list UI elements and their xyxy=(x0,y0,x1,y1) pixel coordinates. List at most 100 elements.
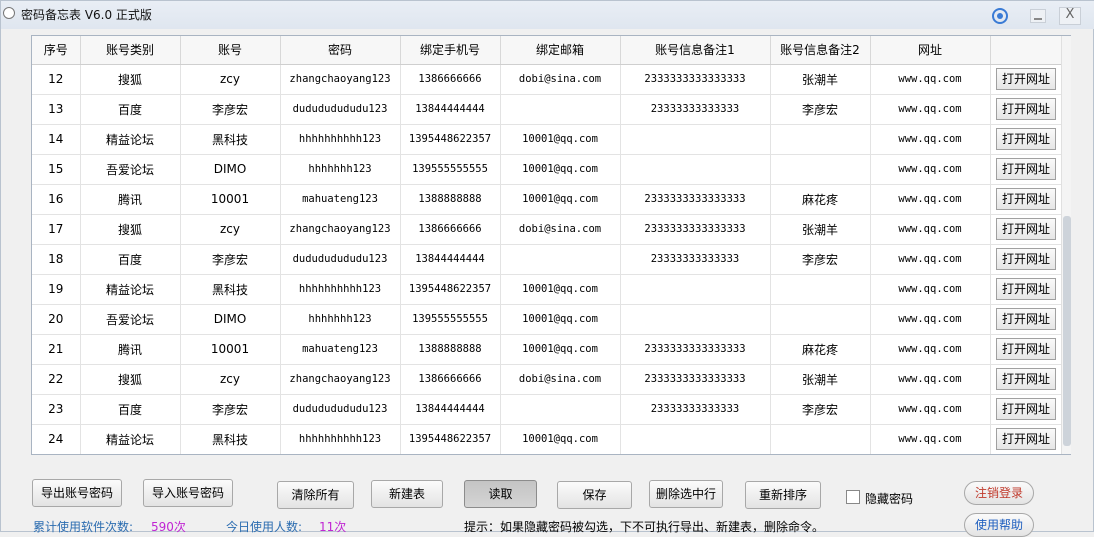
cell-category[interactable]: 搜狐 xyxy=(80,64,181,95)
cell-category[interactable]: 精益论坛 xyxy=(80,274,181,305)
column-header-phone[interactable]: 绑定手机号 xyxy=(400,36,501,65)
cell-phone[interactable]: 13844444444 xyxy=(400,394,501,425)
cell-index[interactable]: 20 xyxy=(32,304,81,335)
cell-url[interactable]: www.qq.com xyxy=(870,124,991,155)
open-url-button[interactable]: 打开网址 xyxy=(996,308,1056,330)
cell-category[interactable]: 百度 xyxy=(80,244,181,275)
cell-password[interactable]: dudududududu123 xyxy=(280,244,401,275)
cell-password[interactable]: zhangchaoyang123 xyxy=(280,364,401,395)
cell-phone[interactable]: 1395448622357 xyxy=(400,274,501,305)
table-row[interactable]: 13 百度 李彦宏 dudududududu123 13844444444 2333333… xyxy=(32,94,1063,125)
table-row[interactable]: 16 腾讯 10001 mahuateng123 1388888888 10001@qq.… xyxy=(32,184,1063,215)
title-bar[interactable]: 密码备忘表 V6.0 正式版 X xyxy=(1,1,1094,29)
cell-password[interactable]: mahuateng123 xyxy=(280,334,401,365)
table-row[interactable]: 15 吾爱论坛 DIMO hhhhhhh123 139555555555 10001@qq… xyxy=(32,154,1063,185)
help-button[interactable]: 使用帮助 xyxy=(964,513,1034,537)
open-url-button[interactable]: 打开网址 xyxy=(996,128,1056,150)
cell-url[interactable]: www.qq.com xyxy=(870,94,991,125)
clear-all-button[interactable]: 清除所有 xyxy=(277,481,354,509)
cell-account[interactable]: zcy xyxy=(180,64,281,95)
cell-account[interactable]: DIMO xyxy=(180,154,281,185)
cell-action[interactable]: 打开网址 xyxy=(990,334,1063,365)
scrollbar-thumb[interactable] xyxy=(1063,216,1071,446)
cell-action[interactable]: 打开网址 xyxy=(990,274,1063,305)
minimize-button[interactable] xyxy=(1030,9,1046,23)
read-button[interactable]: 读取 xyxy=(464,480,537,508)
cell-note2[interactable]: 李彦宏 xyxy=(770,94,871,125)
cell-phone[interactable]: 1395448622357 xyxy=(400,424,501,454)
import-button[interactable]: 导入账号密码 xyxy=(143,479,233,507)
cell-url[interactable]: www.qq.com xyxy=(870,154,991,185)
save-button[interactable]: 保存 xyxy=(557,481,632,509)
cell-action[interactable]: 打开网址 xyxy=(990,214,1063,245)
cell-note2[interactable] xyxy=(770,124,871,155)
cell-note2[interactable]: 李彦宏 xyxy=(770,244,871,275)
cell-note2[interactable]: 张潮羊 xyxy=(770,214,871,245)
cell-url[interactable]: www.qq.com xyxy=(870,304,991,335)
cell-email[interactable]: dobi@sina.com xyxy=(500,364,621,395)
cell-category[interactable]: 百度 xyxy=(80,394,181,425)
cell-url[interactable]: www.qq.com xyxy=(870,244,991,275)
column-header-category[interactable]: 账号类别 xyxy=(80,36,181,65)
cell-note1[interactable] xyxy=(620,304,771,335)
cell-password[interactable]: hhhhhhhhhh123 xyxy=(280,124,401,155)
column-header-note2[interactable]: 账号信息备注2 xyxy=(770,36,871,65)
cell-note1[interactable]: 2333333333333333 xyxy=(620,184,771,215)
column-header-account[interactable]: 账号 xyxy=(180,36,281,65)
cell-category[interactable]: 吾爱论坛 xyxy=(80,154,181,185)
cell-action[interactable]: 打开网址 xyxy=(990,244,1063,275)
cell-action[interactable]: 打开网址 xyxy=(990,124,1063,155)
table-row[interactable]: 12 搜狐 zcy zhangchaoyang123 1386666666 dobi@si… xyxy=(32,64,1063,95)
cell-email[interactable]: 10001@qq.com xyxy=(500,154,621,185)
cell-note1[interactable] xyxy=(620,124,771,155)
cell-category[interactable]: 搜狐 xyxy=(80,364,181,395)
cell-account[interactable]: 李彦宏 xyxy=(180,394,281,425)
new-table-button[interactable]: 新建表 xyxy=(371,480,443,508)
cell-note1[interactable]: 23333333333333 xyxy=(620,244,771,275)
cell-url[interactable]: www.qq.com xyxy=(870,364,991,395)
column-header-password[interactable]: 密码 xyxy=(280,36,401,65)
table-row[interactable]: 19 精益论坛 黑科技 hhhhhhhhhh123 1395448622357 10001… xyxy=(32,274,1063,305)
cell-account[interactable]: 李彦宏 xyxy=(180,244,281,275)
cell-note1[interactable] xyxy=(620,274,771,305)
close-button[interactable]: X xyxy=(1059,7,1081,25)
cell-email[interactable] xyxy=(500,394,621,425)
cell-note1[interactable] xyxy=(620,424,771,454)
cell-note2[interactable] xyxy=(770,274,871,305)
cell-email[interactable]: 10001@qq.com xyxy=(500,424,621,454)
open-url-button[interactable]: 打开网址 xyxy=(996,98,1056,120)
cell-index[interactable]: 22 xyxy=(32,364,81,395)
cell-phone[interactable]: 1388888888 xyxy=(400,184,501,215)
cell-index[interactable]: 16 xyxy=(32,184,81,215)
cell-index[interactable]: 18 xyxy=(32,244,81,275)
cell-password[interactable]: hhhhhhh123 xyxy=(280,154,401,185)
cell-note2[interactable]: 麻花疼 xyxy=(770,184,871,215)
cell-note1[interactable]: 2333333333333333 xyxy=(620,64,771,95)
cell-category[interactable]: 精益论坛 xyxy=(80,124,181,155)
column-header-index[interactable]: 序号 xyxy=(32,36,81,65)
cell-email[interactable]: 10001@qq.com xyxy=(500,334,621,365)
cell-index[interactable]: 13 xyxy=(32,94,81,125)
cell-password[interactable]: hhhhhhhhhh123 xyxy=(280,274,401,305)
open-url-button[interactable]: 打开网址 xyxy=(996,218,1056,240)
cell-note1[interactable]: 23333333333333 xyxy=(620,94,771,125)
cell-url[interactable]: www.qq.com xyxy=(870,274,991,305)
open-url-button[interactable]: 打开网址 xyxy=(996,248,1056,270)
cell-email[interactable]: dobi@sina.com xyxy=(500,214,621,245)
cell-note2[interactable]: 李彦宏 xyxy=(770,394,871,425)
cell-index[interactable]: 15 xyxy=(32,154,81,185)
logout-button[interactable]: 注销登录 xyxy=(964,481,1034,505)
delete-selected-button[interactable]: 删除选中行 xyxy=(649,480,723,508)
hide-password-checkbox[interactable] xyxy=(846,490,860,504)
cell-index[interactable]: 14 xyxy=(32,124,81,155)
cell-note2[interactable] xyxy=(770,304,871,335)
cell-action[interactable]: 打开网址 xyxy=(990,154,1063,185)
cell-index[interactable]: 12 xyxy=(32,64,81,95)
cell-phone[interactable]: 13844444444 xyxy=(400,244,501,275)
cell-phone[interactable]: 139555555555 xyxy=(400,304,501,335)
cell-password[interactable]: mahuateng123 xyxy=(280,184,401,215)
cell-password[interactable]: dudududududu123 xyxy=(280,94,401,125)
cell-email[interactable]: 10001@qq.com xyxy=(500,274,621,305)
cell-index[interactable]: 23 xyxy=(32,394,81,425)
cell-note2[interactable]: 张潮羊 xyxy=(770,64,871,95)
